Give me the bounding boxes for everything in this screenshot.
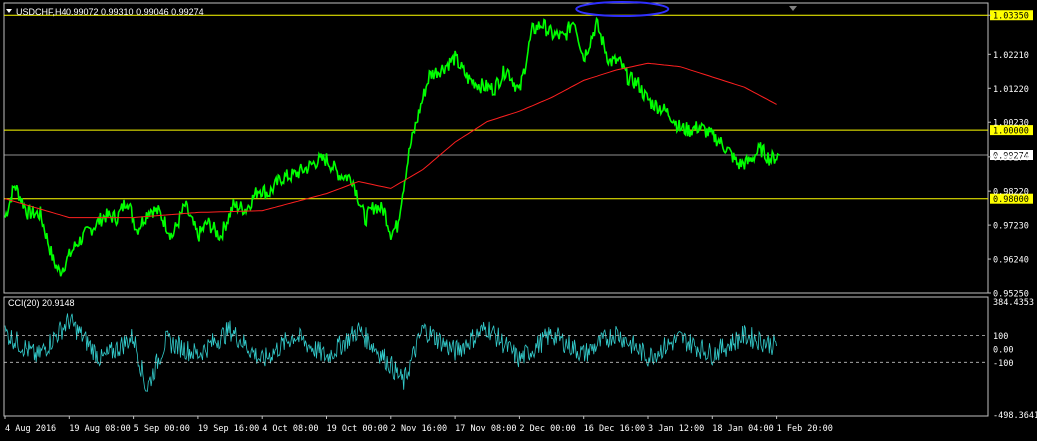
- level-label: 1.03350: [993, 12, 1029, 22]
- cci-tick-label: 384.4353: [993, 298, 1034, 308]
- price-tick-label: 0.96240: [993, 256, 1029, 266]
- cci-tick-label: -100: [993, 359, 1013, 369]
- time-tick-label: 1 Feb 20:00: [777, 424, 833, 434]
- cci-indicator-label: CCI(20) 20.9148: [8, 298, 75, 308]
- time-tick-label: 4 Oct 08:00: [262, 424, 318, 434]
- time-tick-label: 4 Aug 2016: [5, 424, 56, 434]
- time-tick-label: 5 Sep 00:00: [134, 424, 190, 434]
- time-tick-label: 19 Aug 08:00: [69, 424, 130, 434]
- price-tick-label: 1.00230: [993, 119, 1029, 129]
- time-tick-label: 2 Dec 00:00: [519, 424, 575, 434]
- time-tick-label: 16 Dec 16:00: [584, 424, 645, 434]
- price-tick-label: 0.99274: [993, 153, 1029, 163]
- time-tick-label: 18 Jan 04:00: [712, 424, 773, 434]
- price-tick-label: 0.98220: [993, 188, 1029, 198]
- trading-chart[interactable]: 1.033501.000000.980000.99274 1.022101.01…: [0, 0, 1037, 441]
- price-tick-label: 0.97230: [993, 222, 1029, 232]
- time-tick-label: 19 Sep 16:00: [198, 424, 259, 434]
- price-tick-label: 1.01220: [993, 85, 1029, 95]
- chart-background: [0, 0, 1037, 441]
- time-tick-label: 2 Nov 16:00: [391, 424, 447, 434]
- time-tick-label: 17 Nov 08:00: [455, 424, 516, 434]
- cci-tick-label: 100: [993, 332, 1008, 342]
- price-axis: 1.02210 1.01220 1.00230 0.99274 0.98220 0.972…: [988, 14, 1029, 300]
- cci-tick-label: 0.00: [993, 345, 1013, 355]
- price-tick-label: 1.02210: [993, 51, 1029, 61]
- ohlc-label: 0.99072 0.99310 0.99046 0.99274: [66, 7, 204, 17]
- cci-tick-label: -498.3641: [993, 411, 1037, 421]
- time-tick-label: 19 Oct 00:00: [327, 424, 388, 434]
- time-tick-label: 3 Jan 12:00: [648, 424, 704, 434]
- symbol-label: USDCHF,H4: [16, 7, 67, 17]
